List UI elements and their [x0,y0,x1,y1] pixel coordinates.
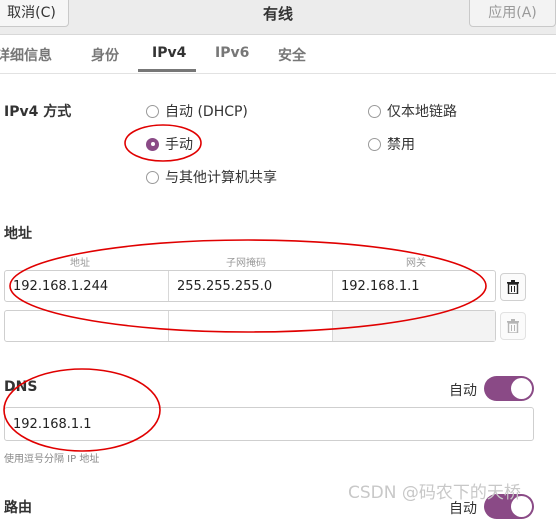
dns-input[interactable]: 192.168.1.1 [4,407,534,441]
radio-unchecked-icon [368,104,381,118]
gateway-field-empty[interactable] [333,311,495,341]
delete-row-button[interactable] [500,273,526,301]
header-bar: 取消(C) 有线 应用(A) [0,0,556,35]
radio-manual[interactable]: 手动 [146,134,193,154]
apply-button[interactable]: 应用(A) [469,0,556,27]
active-tab-indicator [138,69,196,72]
netmask-field-empty[interactable] [169,311,333,341]
radio-shared-label: 与其他计算机共享 [165,170,277,186]
radio-dhcp-label: 自动 (DHCP) [165,104,248,120]
dns-auto-label: 自动 [449,383,477,399]
ipv4-method-label: IPv4 方式 [4,104,72,120]
trash-icon [507,319,519,333]
radio-unchecked-icon [146,170,159,184]
radio-unchecked-icon [368,137,381,151]
address-row: 192.168.1.244 255.255.255.0 192.168.1.1 [4,270,496,302]
tab-ipv4[interactable]: IPv4 [152,45,186,61]
netmask-field[interactable]: 255.255.255.0 [169,271,333,301]
dns-auto-switch[interactable] [484,376,534,401]
radio-unchecked-icon [146,104,159,118]
address-field-empty[interactable] [5,311,169,341]
column-header-address: 地址 [70,258,90,269]
tab-identity[interactable]: 身份 [91,45,119,65]
radio-manual-label: 手动 [165,137,193,153]
radio-disabled[interactable]: 禁用 [368,134,415,154]
dns-hint: 使用逗号分隔 IP 地址 [4,454,100,465]
radio-dhcp[interactable]: 自动 (DHCP) [146,101,248,121]
routes-label: 路由 [4,500,32,516]
watermark: CSDN @码农下的天桥 [348,483,521,503]
tab-bar: 详细信息 身份 IPv4 IPv6 安全 [0,35,556,74]
address-section-label: 地址 [4,226,32,242]
address-field[interactable]: 192.168.1.244 [5,271,169,301]
column-header-gateway: 网关 [406,258,426,269]
radio-disabled-label: 禁用 [387,137,415,153]
delete-row-button-disabled[interactable] [500,312,526,340]
switch-knob [511,378,532,399]
radio-shared[interactable]: 与其他计算机共享 [146,167,277,187]
radio-checked-icon [146,137,159,151]
radio-link-local-label: 仅本地链路 [387,104,457,120]
radio-link-local[interactable]: 仅本地链路 [368,101,457,121]
tab-security[interactable]: 安全 [278,45,306,65]
address-row-empty [4,310,496,342]
dns-label: DNS [4,379,38,395]
gateway-field[interactable]: 192.168.1.1 [333,271,495,301]
column-header-netmask: 子网掩码 [226,258,266,269]
tab-ipv6[interactable]: IPv6 [215,45,249,61]
tab-details[interactable]: 详细信息 [0,45,52,65]
trash-icon [507,280,519,294]
